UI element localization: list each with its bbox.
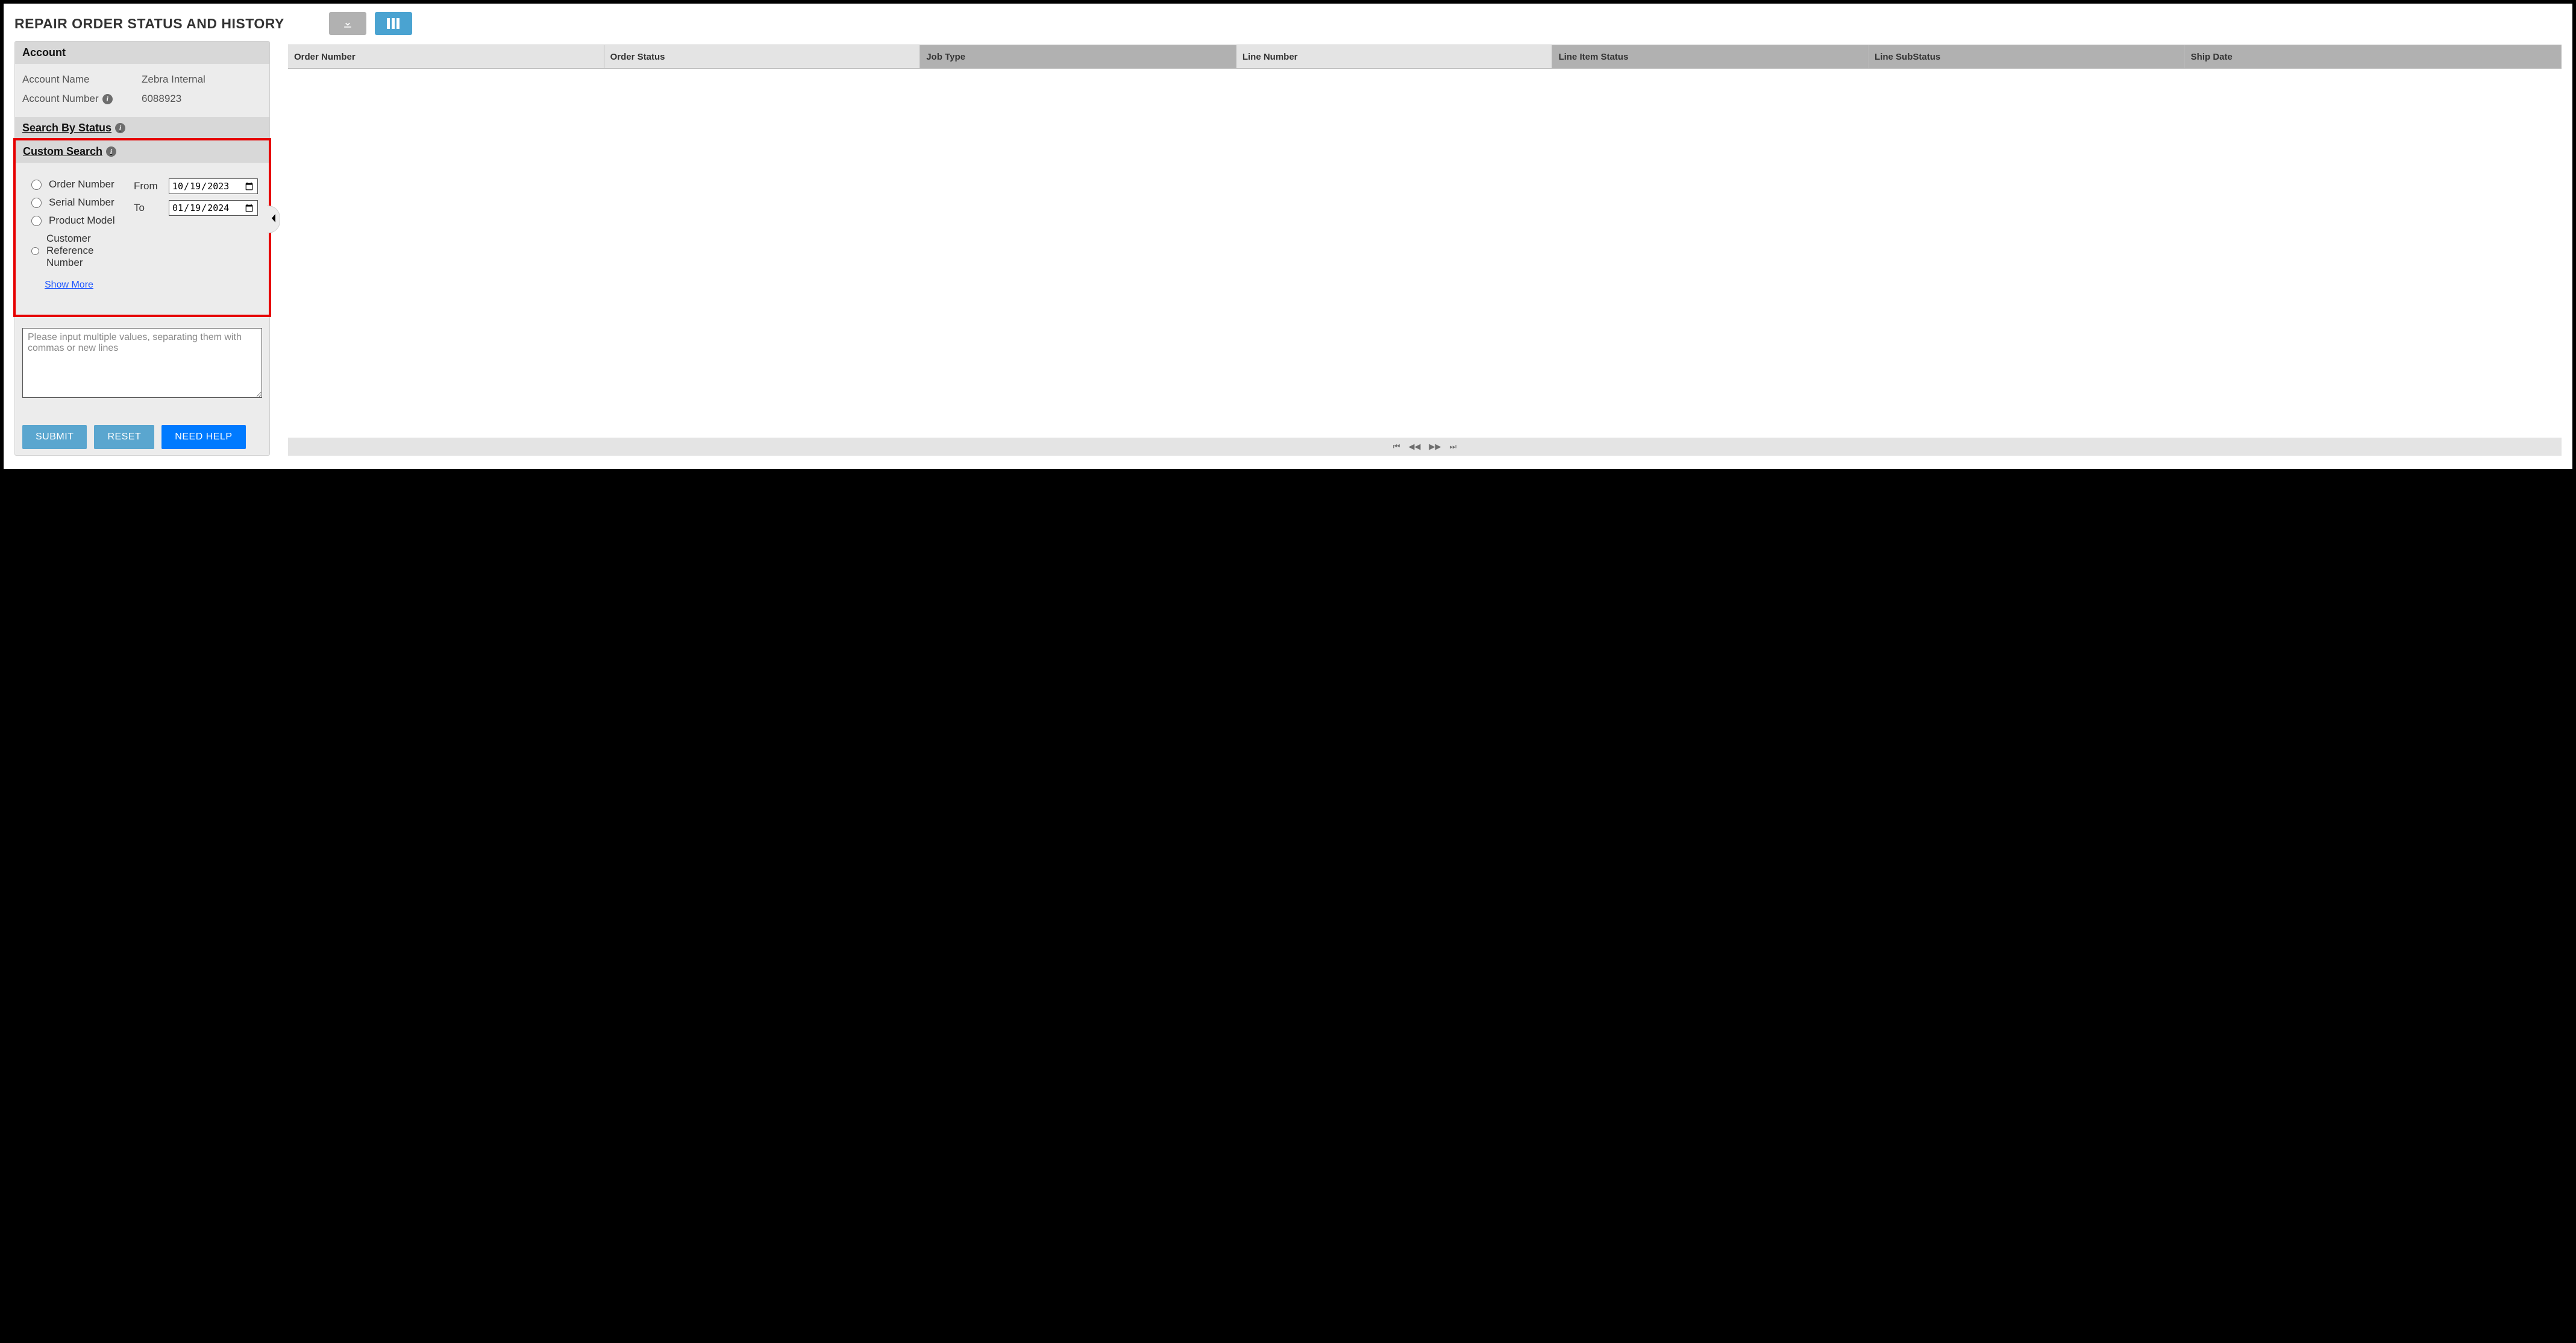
submit-button[interactable]: SUBMIT	[22, 425, 87, 449]
info-icon[interactable]: i	[106, 146, 116, 157]
col-order-status[interactable]: Order Status	[604, 45, 921, 68]
account-number-value: 6088923	[142, 93, 181, 105]
col-order-number[interactable]: Order Number	[288, 45, 604, 68]
grid-header: Order Number Order Status Job Type Line …	[288, 45, 2562, 69]
radio-customer-reference[interactable]: Customer Reference Number	[31, 233, 124, 269]
app-frame: REPAIR ORDER STATUS AND HISTORY Account …	[4, 4, 2572, 469]
search-by-status-heading[interactable]: Search By Status i	[15, 117, 269, 139]
from-label: From	[134, 180, 160, 192]
radio-column: Order Number Serial Number Product Model	[31, 178, 124, 291]
to-date-row: To	[134, 200, 258, 216]
custom-search-body: Order Number Serial Number Product Model	[16, 163, 269, 315]
custom-search-label: Custom Search	[23, 145, 102, 158]
radio-product-model[interactable]: Product Model	[31, 215, 124, 227]
account-number-row: Account Number i 6088923	[22, 89, 262, 109]
col-line-item-status[interactable]: Line Item Status	[1552, 45, 1869, 68]
account-body: Account Name Zebra Internal Account Numb…	[15, 64, 269, 117]
radio-customer-reference-label: Customer Reference Number	[46, 233, 124, 269]
account-number-label-text: Account Number	[22, 93, 99, 105]
grid-footer: ⏮ ◀◀ ▶▶ ⏭	[288, 438, 2562, 456]
custom-search-heading[interactable]: Custom Search i	[16, 140, 269, 163]
grid-area: Order Number Order Status Job Type Line …	[288, 41, 2562, 456]
date-column: From To	[134, 178, 258, 291]
pager-next-icon[interactable]: ▶▶	[1429, 442, 1441, 451]
radio-serial-number[interactable]: Serial Number	[31, 197, 124, 209]
need-help-button[interactable]: NEED HELP	[161, 425, 245, 449]
sidebar: Account Account Name Zebra Internal Acco…	[14, 41, 270, 456]
custom-search-section: Custom Search i Order Number Serial Numb…	[13, 138, 271, 317]
toolbar	[329, 12, 412, 35]
multi-values-input[interactable]	[22, 328, 262, 398]
collapse-sidebar-handle[interactable]	[267, 206, 280, 233]
pager-first-icon[interactable]: ⏮	[1393, 442, 1400, 451]
account-name-label: Account Name	[22, 74, 142, 86]
radio-product-model-input[interactable]	[31, 216, 42, 226]
from-date-input[interactable]	[169, 178, 258, 194]
search-by-status-label: Search By Status	[22, 122, 111, 134]
columns-button[interactable]	[375, 12, 412, 35]
radio-serial-number-label: Serial Number	[49, 197, 114, 209]
pager-prev-icon[interactable]: ◀◀	[1409, 442, 1421, 451]
radio-customer-reference-input[interactable]	[31, 246, 39, 256]
info-icon[interactable]: i	[115, 123, 125, 133]
download-button[interactable]	[329, 12, 366, 35]
account-name-row: Account Name Zebra Internal	[22, 70, 262, 89]
radio-product-model-label: Product Model	[49, 215, 115, 227]
radio-order-number-input[interactable]	[31, 180, 42, 190]
action-buttons: SUBMIT RESET NEED HELP	[15, 401, 269, 459]
show-more-link[interactable]: Show More	[45, 280, 124, 291]
columns-icon	[387, 18, 400, 29]
account-heading: Account	[15, 42, 269, 64]
page-title: REPAIR ORDER STATUS AND HISTORY	[14, 16, 284, 32]
pager-last-icon[interactable]: ⏭	[1450, 442, 1457, 451]
account-name-value: Zebra Internal	[142, 74, 205, 86]
main: Account Account Name Zebra Internal Acco…	[4, 41, 2572, 467]
radio-serial-number-input[interactable]	[31, 198, 42, 208]
to-label: To	[134, 202, 160, 214]
to-date-input[interactable]	[169, 200, 258, 216]
col-job-type[interactable]: Job Type	[920, 45, 1236, 68]
download-icon	[342, 17, 354, 30]
col-line-substatus[interactable]: Line SubStatus	[1869, 45, 2185, 68]
chevron-left-icon	[271, 214, 277, 225]
info-icon[interactable]: i	[102, 94, 113, 104]
col-line-number[interactable]: Line Number	[1236, 45, 1553, 68]
from-date-row: From	[134, 178, 258, 194]
radio-order-number-label: Order Number	[49, 178, 114, 190]
account-number-label: Account Number i	[22, 93, 142, 105]
radio-order-number[interactable]: Order Number	[31, 178, 124, 190]
col-ship-date[interactable]: Ship Date	[2185, 45, 2562, 68]
grid-body	[288, 69, 2562, 438]
reset-button[interactable]: RESET	[94, 425, 154, 449]
multi-input-wrap	[15, 317, 269, 401]
header: REPAIR ORDER STATUS AND HISTORY	[4, 4, 2572, 41]
